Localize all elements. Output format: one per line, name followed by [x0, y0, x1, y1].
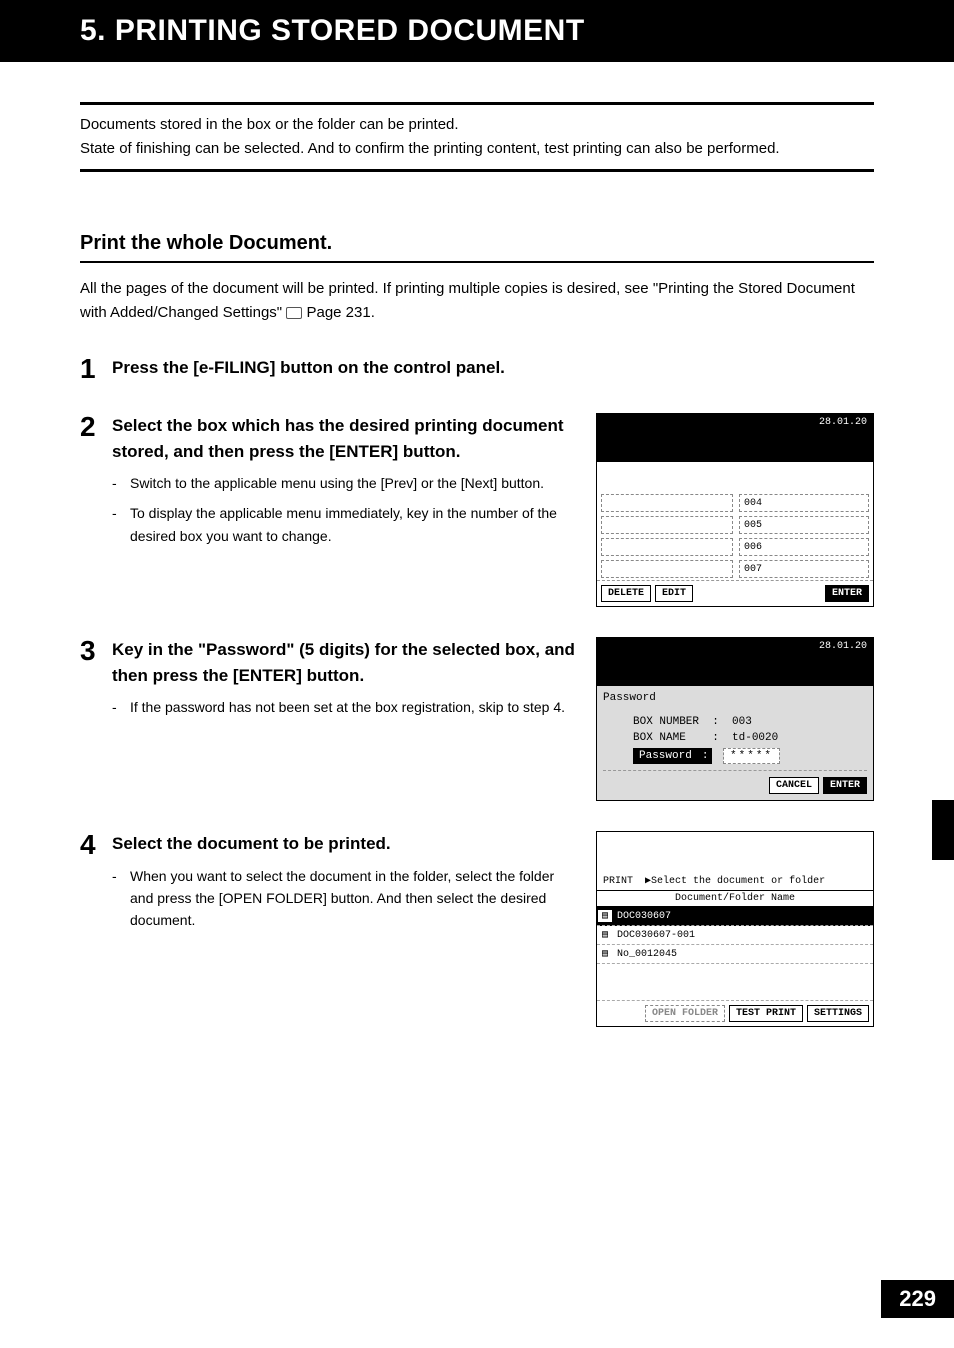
step-3-title: Key in the "Password" (5 digits) for the…	[112, 637, 576, 688]
chapter-tab	[932, 800, 954, 860]
document-row[interactable]: ▤ DOC030607-001	[597, 926, 873, 945]
step-3-sub-1: -If the password has not been set at the…	[112, 696, 576, 718]
enter-button[interactable]: ENTER	[825, 585, 869, 602]
box-row-value: 004	[739, 494, 869, 512]
rule-bottom	[80, 169, 874, 172]
open-folder-button[interactable]: OPEN FOLDER	[645, 1005, 725, 1022]
document-icon: ▤	[597, 948, 613, 960]
password-heading: Password	[603, 692, 867, 704]
document-row[interactable]: ▤ No_0012045	[597, 945, 873, 964]
panel1-date: 28.01.20	[819, 417, 867, 428]
screen-panel-doc-select: PRINT ▶Select the document or folder Doc…	[596, 831, 874, 1027]
step-4-title: Select the document to be printed.	[112, 831, 576, 857]
step-1-number: 1	[80, 355, 112, 383]
document-name: No_0012045	[613, 949, 677, 960]
screen-panel-box-select: 28.01.20 004 005 006 007 DELETE EDIT ENT…	[596, 413, 874, 607]
step-2-number: 2	[80, 413, 112, 607]
step-3-sub-1-text: If the password has not been set at the …	[130, 699, 565, 715]
box-row-value: 007	[739, 560, 869, 578]
document-name: DOC030607-001	[613, 930, 695, 941]
password-input[interactable]: *****	[723, 748, 780, 764]
step-3: 3 Key in the "Password" (5 digits) for t…	[80, 637, 874, 801]
step-2-title: Select the box which has the desired pri…	[112, 413, 576, 464]
box-row-value: 006	[739, 538, 869, 556]
book-icon	[286, 307, 302, 319]
panel3-column-header: Document/Folder Name	[597, 891, 873, 907]
intro-line-1: Documents stored in the box or the folde…	[80, 116, 459, 133]
panel3-header-left: PRINT	[603, 876, 633, 887]
test-print-button[interactable]: TEST PRINT	[729, 1005, 803, 1022]
document-row-selected[interactable]: ▤ DOC030607	[597, 907, 873, 926]
box-row[interactable]: 004	[597, 492, 873, 514]
step-1-title: Press the [e-FILING] button on the contr…	[112, 355, 874, 381]
step-2-sub-1-text: Switch to the applicable menu using the …	[130, 475, 544, 491]
password-field-label: Password	[633, 748, 698, 764]
step-2-sub-2-text: To display the applicable menu immediate…	[130, 505, 557, 543]
cancel-button[interactable]: CANCEL	[769, 777, 819, 794]
section-desc-prefix: All the pages of the document will be pr…	[80, 280, 855, 321]
step-2: 2 Select the box which has the desired p…	[80, 413, 874, 607]
box-row-value: 005	[739, 516, 869, 534]
page-title: 5. PRINTING STORED DOCUMENT	[0, 0, 954, 62]
box-name-value: td-0020	[732, 732, 778, 744]
page-number: 229	[881, 1280, 954, 1318]
box-number-label: BOX NUMBER	[633, 716, 699, 728]
rule-top	[80, 102, 874, 105]
section-desc-suffix: Page 231.	[306, 304, 374, 321]
document-icon: ▤	[598, 910, 612, 922]
step-2-sub-1: -Switch to the applicable menu using the…	[112, 472, 576, 494]
screen-panel-password: 28.01.20 Password BOX NUMBER : 003 BOX N…	[596, 637, 874, 801]
box-number-value: 003	[732, 716, 752, 728]
section-heading: Print the whole Document.	[80, 232, 874, 263]
intro-text: Documents stored in the box or the folde…	[80, 113, 874, 161]
intro-line-2: State of finishing can be selected. And …	[80, 140, 780, 157]
document-name: DOC030607	[613, 911, 671, 922]
document-icon: ▤	[597, 929, 613, 941]
step-3-number: 3	[80, 637, 112, 801]
step-4: 4 Select the document to be printed. -Wh…	[80, 831, 874, 1027]
step-4-sub-1: -When you want to select the document in…	[112, 865, 576, 932]
step-4-sub-1-text: When you want to select the document in …	[130, 868, 554, 929]
box-row[interactable]: 007	[597, 558, 873, 580]
box-name-label: BOX NAME	[633, 732, 686, 744]
step-2-sub-2: -To display the applicable menu immediat…	[112, 502, 576, 547]
step-1: 1 Press the [e-FILING] button on the con…	[80, 355, 874, 383]
edit-button[interactable]: EDIT	[655, 585, 693, 602]
settings-button[interactable]: SETTINGS	[807, 1005, 869, 1022]
panel2-date: 28.01.20	[819, 641, 867, 652]
enter-button[interactable]: ENTER	[823, 777, 867, 794]
box-row[interactable]: 006	[597, 536, 873, 558]
step-4-number: 4	[80, 831, 112, 1027]
panel3-header-right: Select the document or folder	[651, 876, 825, 887]
box-row[interactable]: 005	[597, 514, 873, 536]
delete-button[interactable]: DELETE	[601, 585, 651, 602]
section-description: All the pages of the document will be pr…	[80, 277, 874, 325]
